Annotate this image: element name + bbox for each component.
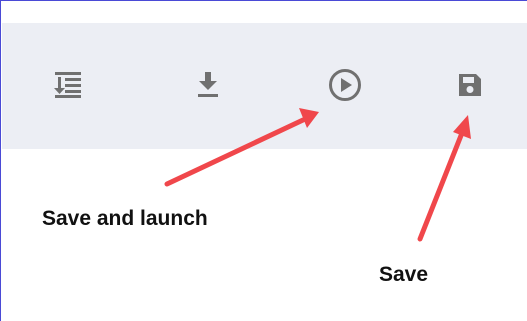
toolbar (2, 23, 527, 149)
save-and-launch-annotation: Save and launch (42, 207, 208, 230)
screenshot-frame: Save and launch Save (0, 0, 527, 321)
floppy-disk-icon-graphic (459, 74, 481, 96)
floppy-disk-save-icon[interactable] (450, 65, 490, 105)
download-icon[interactable] (188, 65, 228, 105)
line-spacing-icon-graphic (54, 72, 81, 98)
play-circle-icon[interactable] (325, 65, 365, 105)
download-icon-graphic (198, 72, 218, 97)
play-circle-icon-graphic (329, 69, 361, 101)
line-spacing-icon[interactable] (48, 65, 88, 105)
save-annotation: Save (379, 263, 429, 286)
